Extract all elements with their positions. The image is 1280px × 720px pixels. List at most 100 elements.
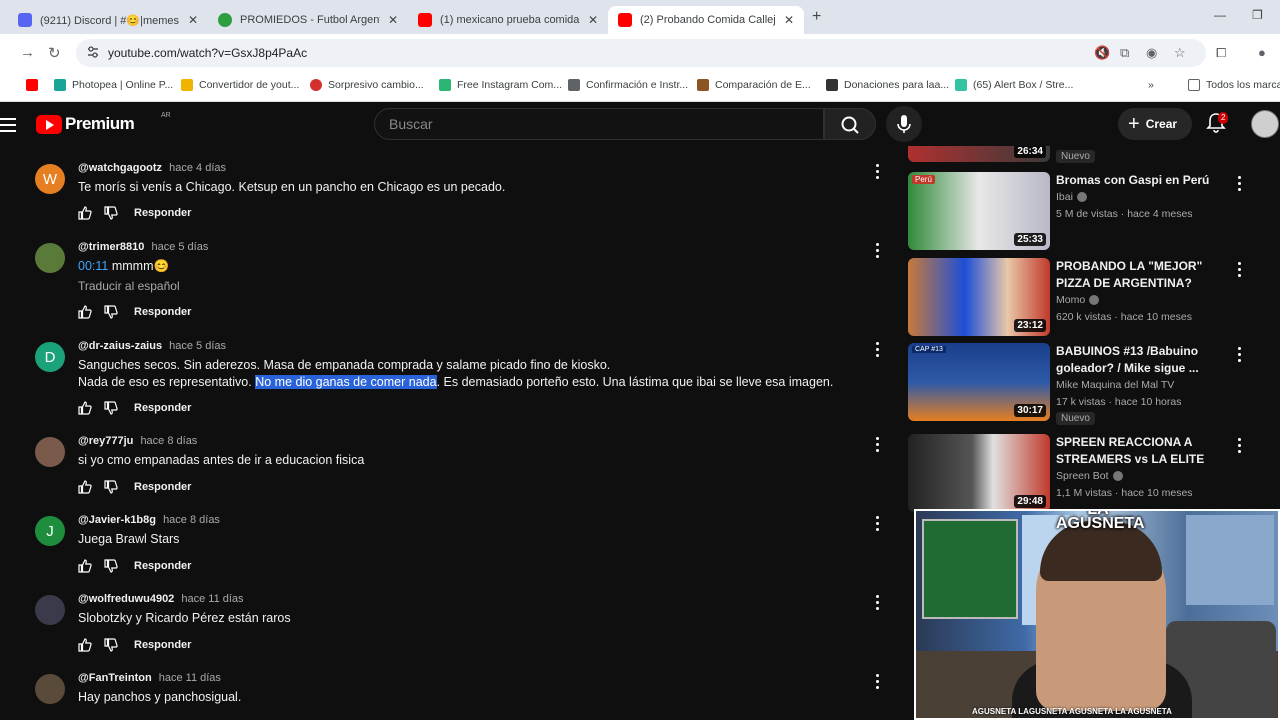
bookmark-star-icon[interactable]: ☆ [1174,45,1186,61]
comment-time[interactable]: hace 4 días [169,162,226,174]
comment-more-icon[interactable] [875,516,881,534]
video-more-icon[interactable] [1237,438,1243,456]
forward-icon[interactable]: → [20,44,35,61]
video-title[interactable]: SPREEN REACCIONA A STREAMERS vs LA ELITE [1056,434,1236,468]
avatar[interactable] [35,243,65,273]
reply-button[interactable]: Responder [134,639,191,651]
avatar[interactable] [35,674,65,704]
video-thumbnail[interactable]: 29:48 [908,434,1050,512]
install-app-icon[interactable]: ⧉ [1120,45,1129,61]
dislike-icon[interactable] [104,401,118,415]
close-icon[interactable]: ✕ [188,13,198,27]
extensions-icon[interactable]: ⧠ [1216,45,1226,61]
browser-tab-youtube-active[interactable]: (2) Probando Comida Callejera ✕ [608,6,804,34]
dislike-icon[interactable] [104,480,118,494]
comment-author[interactable]: @trimer8810 [78,241,144,253]
comment-more-icon[interactable] [875,437,881,455]
video-thumbnail[interactable]: Perú 25:33 [908,172,1050,250]
new-tab-button[interactable]: + [812,8,821,26]
dislike-icon[interactable] [104,206,118,220]
search-button[interactable] [824,108,876,140]
video-timestamp-link[interactable]: 00:11 [78,259,108,273]
comment-time[interactable]: hace 8 días [163,514,220,526]
avatar[interactable]: J [35,516,65,546]
bookmark-instagram[interactable]: Free Instagram Com... [439,79,562,91]
like-icon[interactable] [78,305,92,319]
avatar[interactable] [35,595,65,625]
like-icon[interactable] [78,206,92,220]
bookmark-news[interactable]: Sorpresivo cambio... [310,79,424,91]
comment-time[interactable]: hace 8 días [140,435,197,447]
bookmark-donaciones[interactable]: Donaciones para laa... [826,79,949,91]
browser-tab-discord[interactable]: (9211) Discord | #😊|memes | ✕ [8,6,208,34]
like-icon[interactable] [78,559,92,573]
voice-search-button[interactable] [886,106,922,142]
profile-icon[interactable]: ● [1258,45,1266,60]
avatar[interactable] [35,437,65,467]
comment-author[interactable]: @dr-zaius-zaius [78,340,162,352]
comment-more-icon[interactable] [875,342,881,360]
comment-time[interactable]: hace 5 días [169,340,226,352]
all-bookmarks[interactable]: Todos los marca [1188,79,1280,91]
video-thumbnail[interactable]: 23:12 [908,258,1050,336]
url-bar[interactable]: youtube.com/watch?v=GsxJ8p4PaAc [76,39,1206,67]
related-video[interactable]: Perú 25:33 Bromas con Gaspi en Perú Ibai… [908,172,1280,254]
channel-name[interactable]: Ibai [1056,191,1087,203]
close-icon[interactable]: ✕ [588,13,598,27]
comment-author[interactable]: @watchgagootz [78,162,162,174]
comment-author[interactable]: @FanTreinton [78,672,152,684]
comment-time[interactable]: hace 5 días [151,241,208,253]
reply-button[interactable]: Responder [134,481,191,493]
browser-tab-promiedos[interactable]: PROMIEDOS - Futbol Argentino ✕ [208,6,408,34]
like-icon[interactable] [78,480,92,494]
video-thumbnail[interactable]: 26:34 [908,146,1050,162]
channel-name[interactable]: Spreen Bot [1056,470,1123,482]
comment-author[interactable]: @Javier-k1b8g [78,514,156,526]
bookmark-alertbox[interactable]: (65) Alert Box / Stre... [955,79,1073,91]
related-video[interactable]: 29:48 SPREEN REACCIONA A STREAMERS vs LA… [908,434,1280,514]
comment-author[interactable]: @wolfreduwu4902 [78,593,174,605]
video-thumbnail[interactable]: CAP #13 30:17 [908,343,1050,421]
related-video[interactable]: 26:34 Nuevo [908,146,1280,164]
bookmark-converter[interactable]: Convertidor de yout... [181,79,299,91]
close-icon[interactable]: ✕ [388,13,398,27]
minimize-icon[interactable]: — [1214,8,1226,22]
audio-muted-icon[interactable]: 🔇 [1094,45,1110,61]
search-input[interactable]: Buscar [374,108,824,140]
avatar[interactable]: D [35,342,65,372]
reply-button[interactable]: Responder [134,402,191,414]
video-title[interactable]: Bromas con Gaspi en Perú [1056,172,1236,189]
eye-off-icon[interactable]: ◉ [1146,45,1157,61]
video-more-icon[interactable] [1237,347,1243,365]
related-video[interactable]: CAP #13 30:17 BABUINOS #13 /Babuino gole… [908,343,1280,429]
channel-name[interactable]: Mike Maquina del Mal TV [1056,379,1174,391]
bookmark-comparacion[interactable]: Comparación de E... [697,79,811,91]
comment-time[interactable]: hace 11 días [159,672,221,684]
comment-more-icon[interactable] [875,164,881,182]
like-icon[interactable] [78,401,92,415]
maximize-icon[interactable]: ❐ [1252,8,1263,22]
like-icon[interactable] [78,638,92,652]
site-info-icon[interactable] [86,45,100,59]
avatar[interactable]: W [35,164,65,194]
video-more-icon[interactable] [1237,176,1243,194]
reply-button[interactable]: Responder [134,306,191,318]
reply-button[interactable]: Responder [134,207,191,219]
comment-author[interactable]: @rey777ju [78,435,133,447]
create-button[interactable]: + Crear [1118,108,1192,140]
browser-tab-youtube-mexicano[interactable]: (1) mexicano prueba comida ar ✕ [408,6,608,34]
comment-more-icon[interactable] [875,674,881,692]
bookmarks-overflow-icon[interactable]: » [1148,79,1154,91]
video-more-icon[interactable] [1237,262,1243,280]
reply-button[interactable]: Responder [134,560,191,572]
dislike-icon[interactable] [104,559,118,573]
dislike-icon[interactable] [104,638,118,652]
related-video[interactable]: 23:12 PROBANDO LA "MEJOR" PIZZA DE ARGEN… [908,258,1280,340]
bookmark-photopea[interactable]: Photopea | Online P... [54,79,173,91]
menu-icon[interactable] [0,118,16,132]
bookmark-confirmacion[interactable]: Confirmación e Instr... [568,79,688,91]
video-title[interactable]: PROBANDO LA "MEJOR" PIZZA DE ARGENTINA? [1056,258,1236,292]
comment-more-icon[interactable] [875,243,881,261]
close-icon[interactable]: ✕ [784,13,794,27]
translate-link[interactable]: Traducir al español [78,279,180,293]
